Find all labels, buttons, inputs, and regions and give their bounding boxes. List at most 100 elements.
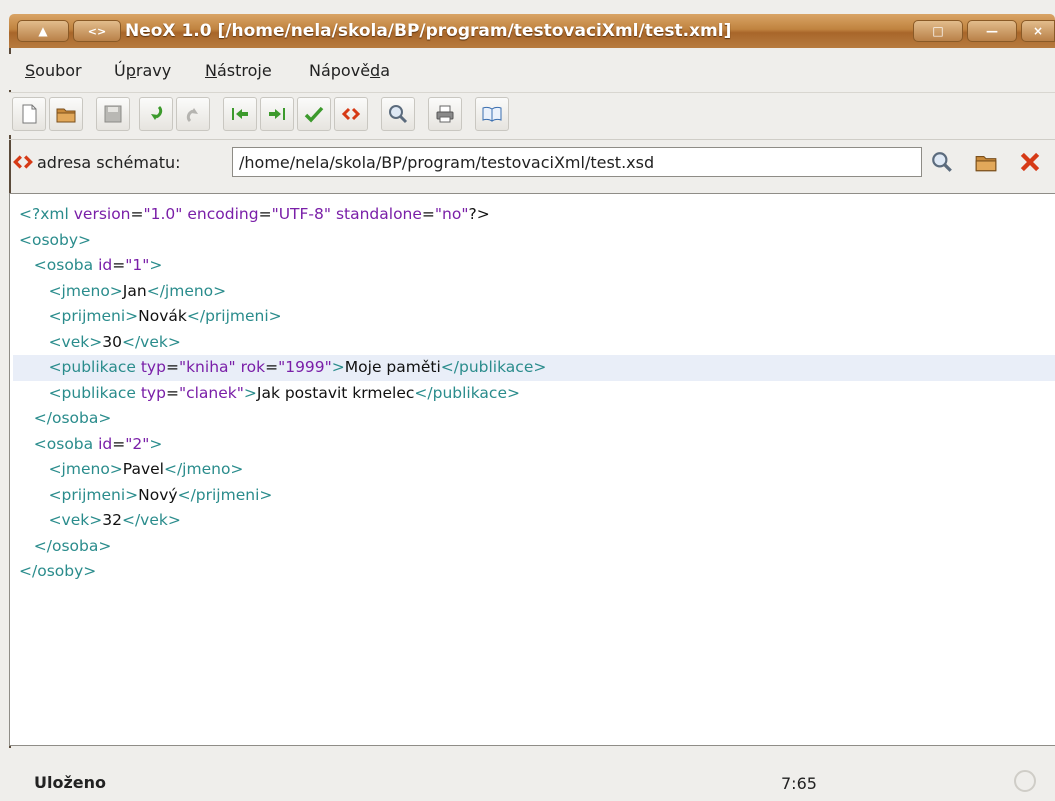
close-icon[interactable] <box>1018 150 1042 174</box>
code-line[interactable]: <jmeno>Jan</jmeno> <box>13 279 1055 305</box>
code-token: encoding <box>187 205 259 223</box>
status-bar: Uloženo 7:65 <box>9 748 1055 801</box>
window-title: NeoX 1.0 [/home/nela/skola/BP/program/te… <box>125 21 732 41</box>
code-token: standalone <box>335 205 422 223</box>
code-line[interactable]: <vek>30</vek> <box>13 330 1055 356</box>
code-token: = <box>130 205 144 223</box>
code-token: "kniha" <box>178 358 236 376</box>
code-line[interactable]: <prijmeni>Novák</prijmeni> <box>13 304 1055 330</box>
maximize-icon: □ <box>932 24 944 38</box>
code-token: <prijmeni> <box>48 307 139 325</box>
menu-nastroje[interactable]: Nástroje <box>205 61 272 80</box>
code-token: typ <box>140 358 166 376</box>
code-token: Jak postavit krmelec <box>256 383 415 402</box>
code-token: Novák <box>138 307 187 325</box>
activity-indicator-icon <box>1014 770 1036 792</box>
menu-napoveda[interactable]: Nápověda <box>309 61 390 80</box>
search-button[interactable] <box>381 97 415 131</box>
menu-soubor[interactable]: Soubor <box>25 61 82 80</box>
help-button[interactable] <box>475 97 509 131</box>
code-line[interactable]: </osoby> <box>13 559 1055 585</box>
code-token: </jmeno> <box>146 281 227 300</box>
code-line[interactable]: <osoba id="2"> <box>13 432 1055 458</box>
new-file-button[interactable] <box>12 97 46 131</box>
xml-tag-icon: <> <box>87 25 107 38</box>
code-line[interactable]: <osoba id="1"> <box>13 253 1055 279</box>
undo-button[interactable] <box>139 97 173 131</box>
code-token: <jmeno> <box>48 281 123 300</box>
code-token: </osoba> <box>33 409 112 427</box>
code-token: = <box>165 383 179 402</box>
redo-icon <box>186 108 198 123</box>
menu-napoveda-label: Nápověda <box>309 61 390 80</box>
app-window: ▲ <> NeoX 1.0 [/home/nela/skola/BP/progr… <box>0 0 1055 801</box>
code-token: <osoba <box>33 256 99 274</box>
code-line[interactable]: <publikace typ="clanek">Jak postavit krm… <box>13 381 1055 407</box>
code-token: </prijmeni> <box>186 307 282 325</box>
maximize-button[interactable]: □ <box>913 20 963 42</box>
menu-soubor-label: Soubor <box>25 61 82 80</box>
toolbar <box>9 92 1055 135</box>
code-line[interactable]: <osoby> <box>13 228 1055 254</box>
code-token: > <box>243 383 257 402</box>
open-file-button[interactable] <box>49 97 83 131</box>
code-token: <prijmeni> <box>48 485 139 504</box>
code-line[interactable]: <?xml version="1.0" encoding="UTF-8" sta… <box>13 202 1055 228</box>
minimize-button[interactable]: — <box>967 20 1017 42</box>
close-window-button[interactable]: × <box>1021 20 1055 42</box>
code-token: 30 <box>102 332 122 351</box>
code-token: </publikace> <box>440 358 547 376</box>
code-token: </prijmeni> <box>177 485 273 504</box>
app-icon-button[interactable]: <> <box>73 20 121 42</box>
indent-right-button[interactable] <box>260 97 294 131</box>
schema-row: adresa schématu: <box>9 142 1055 184</box>
arrow-up-icon: ▲ <box>38 24 48 38</box>
code-line[interactable]: </osoba> <box>13 406 1055 432</box>
validate-button[interactable] <box>297 97 331 131</box>
code-token: = <box>165 358 179 376</box>
indent-right-icon <box>269 108 285 120</box>
code-token: <publikace <box>48 358 141 376</box>
print-button[interactable] <box>428 97 462 131</box>
code-token: </vek> <box>121 511 181 529</box>
save-button[interactable] <box>96 97 130 131</box>
schema-path-input[interactable] <box>232 147 922 177</box>
code-token: Jan <box>122 281 147 300</box>
code-token: <vek> <box>48 511 103 529</box>
xml-schema-button[interactable] <box>334 97 368 131</box>
code-line[interactable]: <prijmeni>Nový</prijmeni> <box>13 483 1055 509</box>
code-token: <publikace <box>48 383 141 402</box>
code-line[interactable]: <vek>32</vek> <box>13 508 1055 534</box>
code-token: "1999" <box>278 358 332 376</box>
help-book-icon <box>482 106 502 122</box>
code-token: = <box>421 205 435 223</box>
code-token: Nový <box>138 485 178 504</box>
menu-upravy[interactable]: Úpravy <box>114 61 171 80</box>
indent-left-button[interactable] <box>223 97 257 131</box>
menu-bar: Soubor Úpravy Nástroje Nápověda <box>9 54 1055 90</box>
code-line[interactable]: <jmeno>Pavel</jmeno> <box>13 457 1055 483</box>
open-folder-icon[interactable] <box>974 150 998 174</box>
code-token: </vek> <box>121 332 181 351</box>
code-token: id <box>98 434 113 453</box>
menu-nastroje-label: Nástroje <box>205 61 272 80</box>
search-icon[interactable] <box>930 150 954 174</box>
window-menu-button[interactable]: ▲ <box>17 20 69 42</box>
code-token: <osoba <box>33 434 99 453</box>
code-token: "1" <box>125 256 150 274</box>
code-line[interactable]: <publikace typ="kniha" rok="1999">Moje p… <box>13 355 1055 381</box>
code-token: 32 <box>102 511 122 529</box>
code-line[interactable]: </osoba> <box>13 534 1055 560</box>
redo-button[interactable] <box>176 97 210 131</box>
status-message: Uloženo <box>34 773 107 792</box>
new-file-icon <box>22 104 37 124</box>
xml-editor[interactable]: <?xml version="1.0" encoding="UTF-8" sta… <box>9 193 1055 746</box>
title-bar[interactable]: ▲ <> NeoX 1.0 [/home/nela/skola/BP/progr… <box>9 14 1055 48</box>
xml-editor-content[interactable]: <?xml version="1.0" encoding="UTF-8" sta… <box>13 202 1055 585</box>
save-icon <box>104 105 122 123</box>
